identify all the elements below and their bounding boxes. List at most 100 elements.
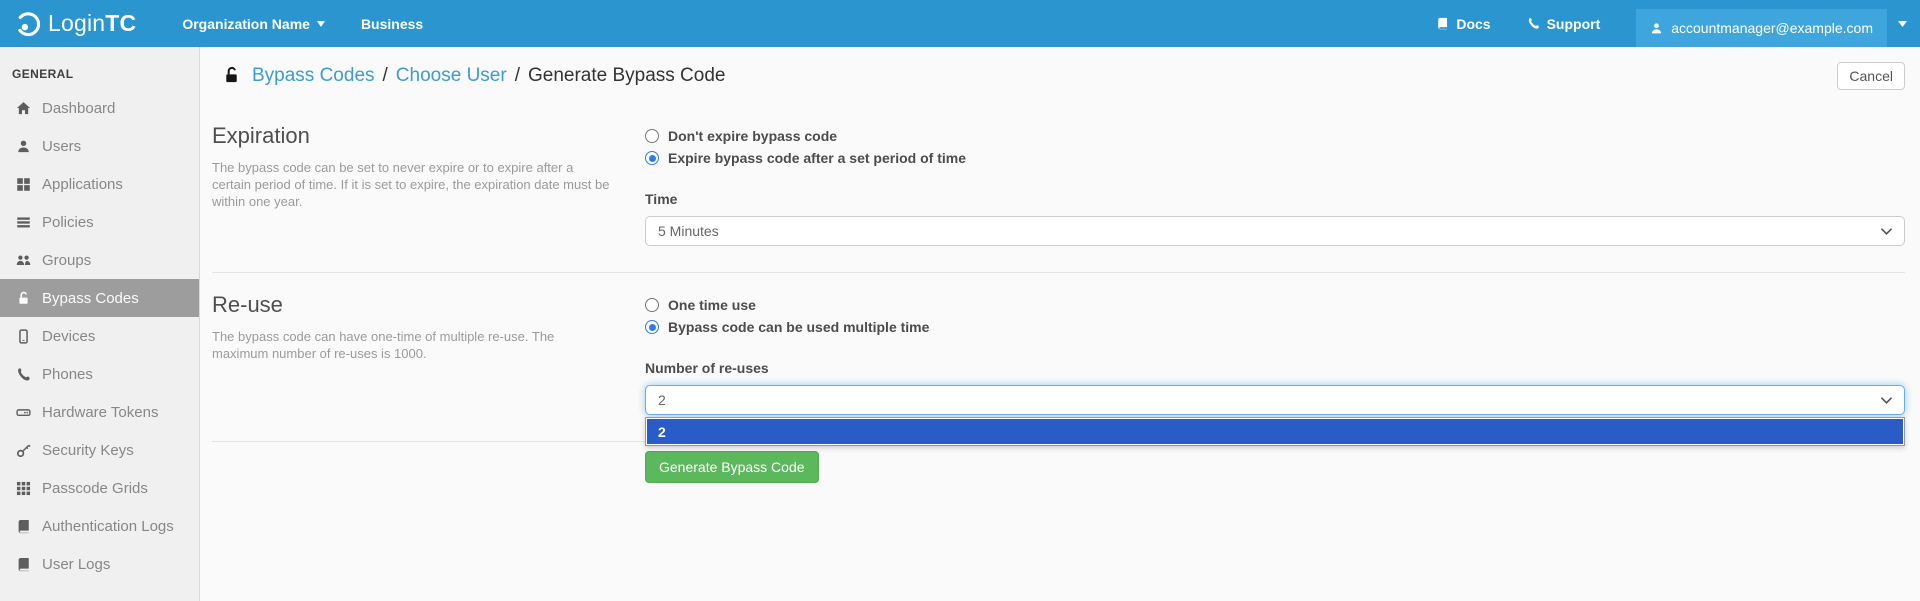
- radio-label: Don't expire bypass code: [668, 128, 838, 144]
- logintc-logo[interactable]: LoginTC: [14, 10, 136, 37]
- user-icon: [1650, 22, 1663, 35]
- lock-open-icon: [14, 291, 33, 306]
- breadcrumb-choose-user[interactable]: Choose User: [396, 65, 507, 87]
- sidebar-item-dashboard[interactable]: Dashboard: [0, 89, 199, 127]
- support-label: Support: [1546, 15, 1601, 32]
- account-caret-icon[interactable]: [1898, 20, 1907, 27]
- chevron-down-icon: [1881, 396, 1892, 404]
- sidebar-item-label: Users: [42, 137, 82, 155]
- breadcrumb-generate-bypass-code: Generate Bypass Code: [527, 64, 726, 86]
- sidebar-item-label: Security Keys: [42, 441, 134, 459]
- sidebar-item-user-logs[interactable]: User Logs: [0, 545, 199, 583]
- organization-dropdown[interactable]: Organization Name: [182, 16, 325, 32]
- logintc-spiral-icon: [14, 10, 41, 37]
- support-link[interactable]: Support: [1527, 15, 1601, 32]
- sidebar-nav: Dashboard Users Applications Policies Groups…: [0, 89, 199, 583]
- brand-text: LoginTC: [48, 10, 137, 36]
- sidebar-item-authentication-logs[interactable]: Authentication Logs: [0, 507, 199, 545]
- list-icon: [14, 215, 33, 230]
- sidebar-item-label: Policies: [42, 213, 94, 231]
- time-label: Time: [645, 191, 678, 207]
- sidebar-item-security-keys[interactable]: Security Keys: [0, 431, 199, 469]
- radio-label: Expire bypass code after a set period of…: [668, 150, 966, 166]
- main-content: Bypass Codes / Choose User / Generate Bypass…: [200, 47, 1920, 601]
- expiration-info: Expiration The bypass code can be set to…: [212, 104, 645, 246]
- sidebar-item-label: Devices: [42, 327, 96, 345]
- sidebar-item-label: Passcode Grids: [42, 479, 148, 497]
- sidebar-item-phones[interactable]: Phones: [0, 355, 199, 393]
- reuse-radio-one-time-use[interactable]: One time use: [645, 297, 1905, 313]
- navbar-right: Docs Support accountmanager@example.com: [1436, 0, 1920, 47]
- select-option-2[interactable]: 2: [647, 419, 1903, 444]
- mobile-icon: [14, 328, 33, 344]
- sidebar-item-label: Groups: [42, 251, 92, 269]
- user-icon: [14, 139, 33, 154]
- reuse-radio-bypass-code-can-be-used-multiple-time[interactable]: Bypass code can be used multiple time: [645, 319, 1905, 335]
- number-of-reuses-label: Number of re-uses: [645, 360, 769, 376]
- expiration-radio-expire-bypass-code-after-a-set-period-of-time[interactable]: Expire bypass code after a set period of…: [645, 150, 1905, 166]
- top-navbar: LoginTC Organization Name Business Docs …: [0, 0, 1920, 47]
- cancel-button[interactable]: Cancel: [1837, 61, 1905, 90]
- reuse-radio-group: One time use Bypass code can be used mult…: [645, 297, 1905, 335]
- radio-unselected-icon[interactable]: [645, 129, 659, 143]
- sidebar-item-label: Phones: [42, 365, 93, 383]
- radio-label: One time use: [668, 297, 756, 313]
- sidebar-item-groups[interactable]: Groups: [0, 241, 199, 279]
- reuse-title: Re-use: [212, 292, 283, 317]
- sidebar-item-label: Dashboard: [42, 99, 116, 117]
- phone-icon: [1527, 17, 1540, 30]
- expiration-title: Expiration: [212, 123, 310, 148]
- chevron-down-icon: [1881, 227, 1892, 235]
- sidebar-item-passcode-grids[interactable]: Passcode Grids: [0, 469, 199, 507]
- time-select-value: 5 Minutes: [658, 223, 719, 239]
- breadcrumb-bypass-codes[interactable]: Bypass Codes: [252, 65, 375, 87]
- grid-icon: [14, 481, 33, 496]
- reuse-controls: One time use Bypass code can be used mult…: [645, 273, 1905, 446]
- plan-link[interactable]: Business: [361, 16, 423, 32]
- reuse-count-select[interactable]: 2: [645, 385, 1905, 415]
- expiration-radio-group: Don't expire bypass code Expire bypass co…: [645, 128, 1905, 166]
- sidebar-item-label: Applications: [42, 175, 123, 193]
- radio-selected-icon[interactable]: [645, 151, 659, 165]
- sidebar-item-label: Authentication Logs: [42, 517, 174, 535]
- docs-link[interactable]: Docs: [1436, 15, 1491, 32]
- sidebar-item-devices[interactable]: Devices: [0, 317, 199, 355]
- reuse-select-dropdown: 2: [645, 417, 1905, 446]
- reuse-info: Re-use The bypass code can have one-time…: [212, 273, 645, 415]
- grid-large-icon: [14, 177, 33, 192]
- page-header: Bypass Codes / Choose User / Generate Bypass…: [212, 47, 1905, 104]
- sidebar-section-heading: GENERAL: [12, 67, 74, 81]
- generate-bypass-code-button[interactable]: Generate Bypass Code: [645, 451, 819, 483]
- sidebar-item-bypass-codes[interactable]: Bypass Codes: [0, 279, 199, 317]
- hdd-icon: [14, 405, 33, 420]
- expiration-radio-don-t-expire-bypass-code[interactable]: Don't expire bypass code: [645, 128, 1905, 144]
- breadcrumb: Bypass Codes / Choose User / Generate Bypass…: [252, 65, 725, 87]
- radio-unselected-icon[interactable]: [645, 298, 659, 312]
- expiration-controls: Don't expire bypass code Expire bypass co…: [645, 104, 1905, 246]
- sidebar: GENERAL Dashboard Users Applications Polici…: [0, 47, 200, 601]
- book-icon: [14, 557, 33, 572]
- radio-label: Bypass code can be used multiple time: [668, 319, 930, 335]
- form-footer: Generate Bypass Code: [212, 442, 1905, 483]
- time-select[interactable]: 5 Minutes: [645, 216, 1905, 246]
- expiration-section: Expiration The bypass code can be set to…: [212, 104, 1905, 273]
- radio-selected-icon[interactable]: [645, 320, 659, 334]
- reuse-count-value: 2: [658, 392, 666, 408]
- sidebar-item-label: Hardware Tokens: [42, 403, 159, 421]
- sidebar-item-users[interactable]: Users: [0, 127, 199, 165]
- sidebar-item-label: User Logs: [42, 555, 111, 573]
- sidebar-item-hardware-tokens[interactable]: Hardware Tokens: [0, 393, 199, 431]
- docs-label: Docs: [1456, 15, 1491, 32]
- phone-icon: [14, 367, 33, 382]
- book-icon: [14, 519, 33, 534]
- sidebar-item-applications[interactable]: Applications: [0, 165, 199, 203]
- home-icon: [14, 101, 33, 116]
- breadcrumb-separator: /: [382, 64, 388, 86]
- account-email: accountmanager@example.com: [1671, 20, 1873, 36]
- organization-name-label: Organization Name: [182, 15, 310, 32]
- sidebar-item-policies[interactable]: Policies: [0, 203, 199, 241]
- reuse-section: Re-use The bypass code can have one-time…: [212, 273, 1905, 446]
- account-menu[interactable]: accountmanager@example.com: [1636, 9, 1887, 47]
- key-icon: [14, 443, 33, 458]
- book-icon: [1436, 17, 1449, 30]
